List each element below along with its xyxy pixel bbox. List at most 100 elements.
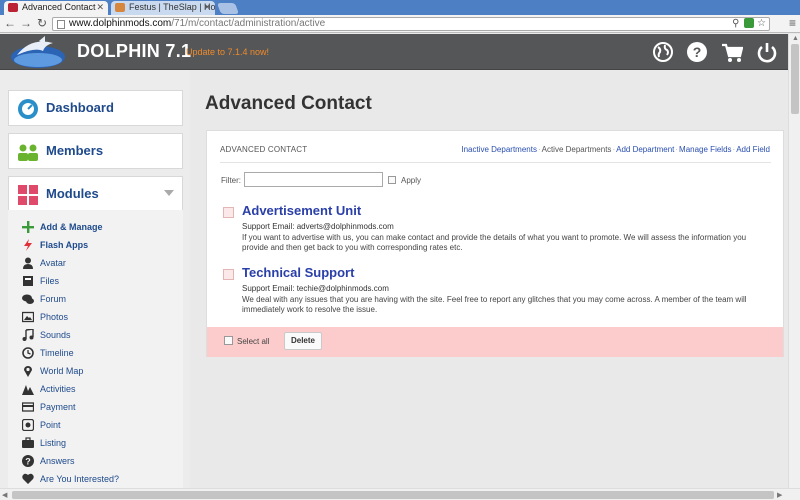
help-icon[interactable]: ? [686, 41, 708, 63]
module-item[interactable]: Activities [22, 382, 182, 398]
scroll-left-icon[interactable]: ◀ [2, 491, 7, 499]
browser-tab-title: Festus | TheSlap | Ho [129, 2, 215, 12]
activity-icon [22, 385, 34, 395]
apply-checkbox[interactable] [388, 176, 396, 184]
update-link[interactable]: Update to 7.1.4 now! [186, 47, 269, 57]
menu-add-department[interactable]: Add Department [616, 145, 674, 154]
module-item[interactable]: Avatar [22, 256, 182, 272]
module-item[interactable]: Sounds [22, 328, 182, 344]
question-icon: ? [22, 455, 34, 467]
menu-active-departments[interactable]: Active Departments [542, 145, 612, 154]
horizontal-scrollbar[interactable]: ◀ ▶ [0, 488, 800, 500]
module-item-label: Payment [40, 402, 76, 412]
module-item[interactable]: Timeline [22, 346, 182, 362]
globe-icon[interactable] [652, 41, 674, 63]
module-item[interactable]: Flash Apps [22, 238, 182, 254]
module-item[interactable]: Add & Manage [22, 220, 182, 236]
department-description: If you want to advertise with us, you ca… [242, 233, 747, 252]
scrollbar-thumb[interactable] [791, 44, 799, 114]
close-tab-icon[interactable]: ✕ [203, 2, 211, 13]
scroll-up-icon[interactable]: ▲ [792, 35, 799, 42]
module-item-label: Point [40, 420, 61, 430]
cart-icon[interactable] [721, 41, 743, 63]
scrollbar-thumb[interactable] [12, 491, 774, 499]
modules-list: Add & Manage Flash Apps Avatar Files For… [8, 210, 183, 488]
filter-input[interactable] [244, 172, 383, 187]
sidebar-item-label: Members [46, 143, 104, 158]
department-name[interactable]: Technical Support [242, 265, 354, 280]
credit-card-icon [22, 402, 34, 412]
flash-icon [24, 239, 32, 251]
module-item-label: Photos [40, 312, 69, 322]
department-email: Support Email: techie@dolphinmods.com [242, 284, 389, 293]
browser-tab-active[interactable]: Advanced Contact ✕ [4, 1, 108, 15]
vertical-scrollbar[interactable]: ▲ [788, 34, 800, 488]
new-tab-button[interactable] [216, 3, 240, 14]
browser-toolbar: ← → ↻ www.dolphinmods.com/71/m/contact/a… [0, 15, 800, 33]
select-all-checkbox[interactable] [224, 336, 233, 345]
module-item[interactable]: Payment [22, 400, 182, 416]
extension-icon[interactable] [744, 18, 755, 29]
bulk-actions-bar: Select all Delete [207, 327, 783, 357]
svg-text:?: ? [25, 457, 31, 467]
search-icon[interactable]: ⚲ [732, 18, 739, 29]
select-all-label[interactable]: Select all [237, 337, 269, 346]
page-icon [57, 20, 65, 29]
module-item-label: Are You Interested? [40, 474, 120, 484]
back-icon[interactable]: ← [3, 16, 17, 30]
menu-separator: · [612, 145, 616, 154]
url-path: /71/m/contact/administration/active [171, 18, 326, 29]
module-item-label: Files [40, 276, 60, 286]
star-icon[interactable]: ☆ [757, 18, 766, 29]
module-item[interactable]: Photos [22, 310, 182, 326]
browser-tab[interactable]: Festus | TheSlap | Ho ✕ [111, 1, 215, 15]
modules-icon [18, 185, 38, 205]
sidebar-item-members[interactable]: Members [8, 133, 183, 169]
department-checkbox[interactable] [223, 269, 234, 280]
department-name[interactable]: Advertisement Unit [242, 203, 361, 218]
module-item-label: Answers [40, 456, 75, 466]
sidebar-item-dashboard[interactable]: Dashboard [8, 90, 183, 126]
map-marker-icon [24, 366, 32, 377]
close-tab-icon[interactable]: ✕ [96, 2, 104, 13]
module-item-label: Listing [40, 438, 67, 448]
module-item[interactable]: Listing [22, 436, 182, 452]
address-bar[interactable]: www.dolphinmods.com/71/m/contact/adminis… [52, 17, 770, 31]
user-icon [23, 257, 33, 269]
apply-label[interactable]: Apply [401, 176, 421, 185]
department-checkbox[interactable] [223, 207, 234, 218]
scroll-right-icon[interactable]: ▶ [777, 491, 782, 499]
forward-icon[interactable]: → [19, 16, 33, 30]
module-item[interactable]: Are You Interested? [22, 472, 182, 488]
power-icon[interactable] [756, 41, 778, 63]
module-item-label: World Map [40, 366, 84, 376]
sidebar-item-modules[interactable]: Modules [8, 176, 183, 212]
plus-icon [22, 221, 34, 233]
menu-inactive-departments[interactable]: Inactive Departments [461, 145, 537, 154]
site-header: DOLPHIN 7.1 Update to 7.1.4 now! ? [0, 34, 788, 70]
reload-icon[interactable]: ↻ [35, 16, 49, 30]
menu-manage-fields[interactable]: Manage Fields [679, 145, 731, 154]
point-icon [22, 419, 34, 431]
chevron-down-icon[interactable] [164, 190, 174, 196]
delete-button[interactable]: Delete [284, 332, 322, 350]
members-icon [18, 144, 38, 161]
menu-add-field[interactable]: Add Field [736, 145, 770, 154]
sidebar-item-label: Dashboard [46, 100, 114, 115]
module-item[interactable]: ? Answers [22, 454, 182, 470]
module-item[interactable]: World Map [22, 364, 182, 380]
dolphin-logo-icon[interactable] [9, 35, 67, 69]
browser-tabstrip: Advanced Contact ✕ Festus | TheSlap | Ho… [0, 0, 800, 15]
module-item-label: Avatar [40, 258, 66, 268]
module-item[interactable]: Files [22, 274, 182, 290]
brand-title[interactable]: DOLPHIN 7.1 [77, 41, 191, 62]
module-item[interactable]: Forum [22, 292, 182, 308]
heart-icon [22, 473, 34, 484]
module-item[interactable]: Point [22, 418, 182, 434]
module-item-label: Sounds [40, 330, 71, 340]
module-item-label: Add & Manage [40, 222, 103, 232]
page-title: Advanced Contact [205, 93, 372, 114]
module-item-label: Timeline [40, 348, 74, 358]
favicon-icon [8, 3, 18, 12]
browser-menu-icon[interactable]: ≡ [789, 16, 796, 30]
